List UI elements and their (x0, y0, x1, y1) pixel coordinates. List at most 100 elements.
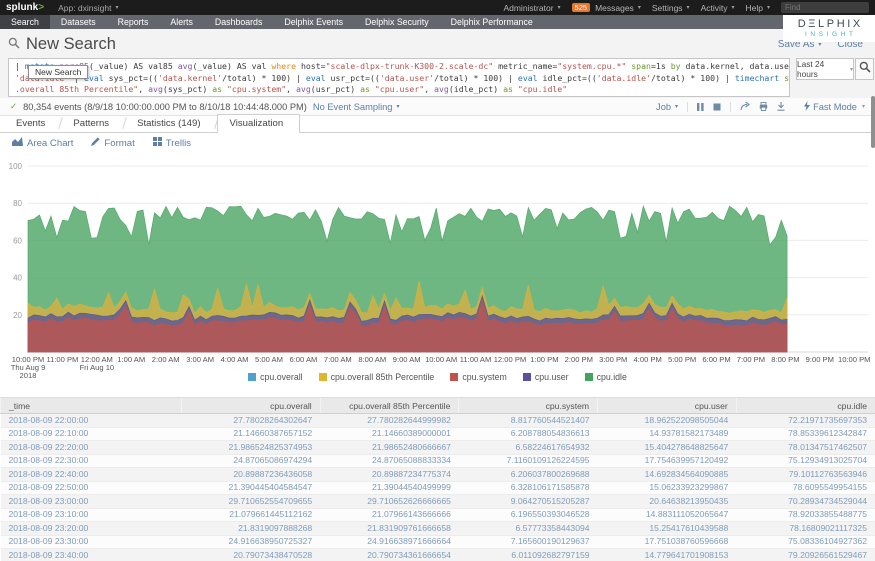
menu-settings[interactable]: Settings▾ (652, 3, 690, 13)
cell-cpu-user[interactable]: 17.754639957120492 (598, 454, 737, 468)
legend-item-cpu-system[interactable]: cpu.system (450, 372, 507, 382)
print-icon[interactable] (759, 102, 768, 111)
cell-cpu-idle[interactable]: 78.92033855488775 (736, 508, 875, 522)
cell-cpu-user[interactable]: 17.751038760596668 (598, 535, 737, 549)
table-row[interactable]: 2018-08-09 22:40:0020.8988723643605820.8… (1, 468, 875, 482)
table-row[interactable]: 2018-08-09 22:00:0027.7802826430264727.7… (1, 414, 875, 428)
cell-cpu-system[interactable]: 6.328106171585878 (459, 481, 598, 495)
cell-cpu-idle[interactable]: 79.20926561529467 (736, 549, 875, 561)
cell-cpu-idle[interactable]: 78.6095549954155 (736, 481, 875, 495)
cell-cpu-overall-85th-percentile[interactable]: 21.831909761666658 (320, 522, 459, 536)
cell-time[interactable]: 2018-08-09 23:40:00 (1, 549, 182, 561)
cell-cpu-overall[interactable]: 21.14660387657152 (182, 427, 321, 441)
cell-cpu-idle[interactable]: 78.16809021117325 (736, 522, 875, 536)
cell-cpu-idle[interactable]: 78.01347517462507 (736, 441, 875, 455)
tab-statistics-149[interactable]: Statistics (149) (125, 115, 216, 132)
event-sampling-dropdown[interactable]: No Event Sampling▾ (313, 102, 400, 112)
time-range-picker[interactable]: Last 24 hours▾ (796, 58, 854, 80)
cell-cpu-idle[interactable]: 75.12934913025704 (736, 454, 875, 468)
cell-time[interactable]: 2018-08-09 22:00:00 (1, 414, 182, 428)
table-row[interactable]: 2018-08-09 22:20:0021.98652482537495321.… (1, 441, 875, 455)
cell-cpu-user[interactable]: 14.883111052065647 (598, 508, 737, 522)
cell-cpu-user[interactable]: 20.64638213950435 (598, 495, 737, 509)
cell-cpu-user[interactable]: 15.404278648825647 (598, 441, 737, 455)
cell-cpu-overall[interactable]: 24.916638950725327 (182, 535, 321, 549)
nav-item-search[interactable]: Search (0, 15, 50, 29)
cell-cpu-idle[interactable]: 78.85339612342847 (736, 427, 875, 441)
nav-item-delphix-security[interactable]: Delphix Security (354, 15, 440, 29)
cell-time[interactable]: 2018-08-09 22:10:00 (1, 427, 182, 441)
cell-cpu-user[interactable]: 18.962522098505044 (598, 414, 737, 428)
cell-time[interactable]: 2018-08-09 23:10:00 (1, 508, 182, 522)
cell-cpu-overall-85th-percentile[interactable]: 21.07966143666666 (320, 508, 459, 522)
table-row[interactable]: 2018-08-09 23:20:0021.831909788826821.83… (1, 522, 875, 536)
cell-cpu-idle[interactable]: 70.28934734529044 (736, 495, 875, 509)
cell-cpu-overall-85th-percentile[interactable]: 20.790734361666654 (320, 549, 459, 561)
cell-cpu-overall[interactable]: 21.986524825374953 (182, 441, 321, 455)
column-header-cpu-user[interactable]: cpu.user (598, 398, 737, 414)
nav-item-delphix-performance[interactable]: Delphix Performance (440, 15, 544, 29)
cell-cpu-overall-85th-percentile[interactable]: 24.87065088833334 (320, 454, 459, 468)
legend-item-cpu-idle[interactable]: cpu.idle (585, 372, 627, 382)
cell-time[interactable]: 2018-08-09 23:30:00 (1, 535, 182, 549)
table-row[interactable]: 2018-08-09 22:30:0024.8706508697429424.8… (1, 454, 875, 468)
cell-cpu-user[interactable]: 14.779641701908153 (598, 549, 737, 561)
cell-time[interactable]: 2018-08-09 22:20:00 (1, 441, 182, 455)
find-input[interactable] (781, 2, 869, 13)
cell-cpu-system[interactable]: 6.208788054836613 (459, 427, 598, 441)
cell-cpu-overall-85th-percentile[interactable]: 20.89887234775374 (320, 468, 459, 482)
cell-time[interactable]: 2018-08-09 22:40:00 (1, 468, 182, 482)
cell-cpu-system[interactable]: 7.165600190129637 (459, 535, 598, 549)
legend-item-cpu-overall[interactable]: cpu.overall (248, 372, 303, 382)
cell-time[interactable]: 2018-08-09 23:20:00 (1, 522, 182, 536)
cpu-area-chart[interactable]: 2040608010010:00 PMThu Aug 9201811:00 PM… (0, 150, 875, 385)
tab-patterns[interactable]: Patterns (61, 115, 125, 132)
format-button[interactable]: Format (91, 137, 134, 149)
cell-cpu-idle[interactable]: 72.21971735697353 (736, 414, 875, 428)
export-download-icon[interactable] (777, 102, 785, 111)
share-icon[interactable] (740, 102, 750, 111)
nav-item-reports[interactable]: Reports (107, 15, 160, 29)
cell-cpu-system[interactable]: 6.58224617654932 (459, 441, 598, 455)
cell-cpu-system[interactable]: 6.011092682797159 (459, 549, 598, 561)
table-row[interactable]: 2018-08-09 22:10:0021.1466038765715221.1… (1, 427, 875, 441)
cell-cpu-overall[interactable]: 27.78028264302647 (182, 414, 321, 428)
nav-item-dashboards[interactable]: Dashboards (204, 15, 273, 29)
cell-cpu-overall[interactable]: 24.87065086974294 (182, 454, 321, 468)
scrollbar-thumb[interactable] (871, 96, 875, 148)
cell-cpu-system[interactable]: 8.817760544521407 (459, 414, 598, 428)
cell-cpu-system[interactable]: 9.064270515205287 (459, 495, 598, 509)
table-row[interactable]: 2018-08-09 22:50:0021.39044540458454721.… (1, 481, 875, 495)
cell-cpu-overall-85th-percentile[interactable]: 21.14660389000001 (320, 427, 459, 441)
cell-cpu-overall[interactable]: 20.89887236436058 (182, 468, 321, 482)
cell-time[interactable]: 2018-08-09 22:50:00 (1, 481, 182, 495)
column-header-cpu-idle[interactable]: cpu.idle (736, 398, 875, 414)
nav-item-datasets[interactable]: Datasets (50, 15, 107, 29)
cell-cpu-user[interactable]: 15.25417610439588 (598, 522, 737, 536)
menu-administrator[interactable]: Administrator▾ (503, 3, 560, 13)
job-menu[interactable]: Job▾ (656, 102, 678, 112)
menu-help[interactable]: Help▾ (746, 3, 771, 13)
column-header-cpu-overall-85th-percentile[interactable]: cpu.overall 85th Percentile (320, 398, 459, 414)
column-header-time[interactable]: _time (1, 398, 182, 414)
cell-cpu-overall-85th-percentile[interactable]: 27.780282644999982 (320, 414, 459, 428)
table-row[interactable]: 2018-08-09 23:10:0021.07966144511216221.… (1, 508, 875, 522)
table-row[interactable]: 2018-08-09 23:00:0029.71065255470965529.… (1, 495, 875, 509)
nav-item-alerts[interactable]: Alerts (159, 15, 204, 29)
legend-item-cpu-overall-85th-percentile[interactable]: cpu.overall 85th Percentile (319, 372, 435, 382)
nav-item-delphix-events[interactable]: Delphix Events (273, 15, 354, 29)
menu-messages[interactable]: 525Messages▾ (572, 3, 641, 13)
chart-type-picker[interactable]: Area Chart (12, 137, 73, 149)
cell-cpu-overall[interactable]: 29.710652554709655 (182, 495, 321, 509)
cell-cpu-overall-85th-percentile[interactable]: 21.39044540499999 (320, 481, 459, 495)
app-menu[interactable]: App: dxinsight▾ (58, 3, 118, 13)
run-search-button[interactable] (855, 58, 874, 80)
trellis-button[interactable]: Trellis (153, 137, 191, 149)
cell-cpu-user[interactable]: 15.06233923299867 (598, 481, 737, 495)
cell-cpu-overall[interactable]: 20.79073438470528 (182, 549, 321, 561)
cell-cpu-overall[interactable]: 21.079661445112162 (182, 508, 321, 522)
cell-cpu-system[interactable]: 6.196550393046528 (459, 508, 598, 522)
table-row[interactable]: 2018-08-09 23:30:0024.91663895072532724.… (1, 535, 875, 549)
cell-cpu-system[interactable]: 6.57773358443094 (459, 522, 598, 536)
cell-cpu-system[interactable]: 7.1160109126224595 (459, 454, 598, 468)
